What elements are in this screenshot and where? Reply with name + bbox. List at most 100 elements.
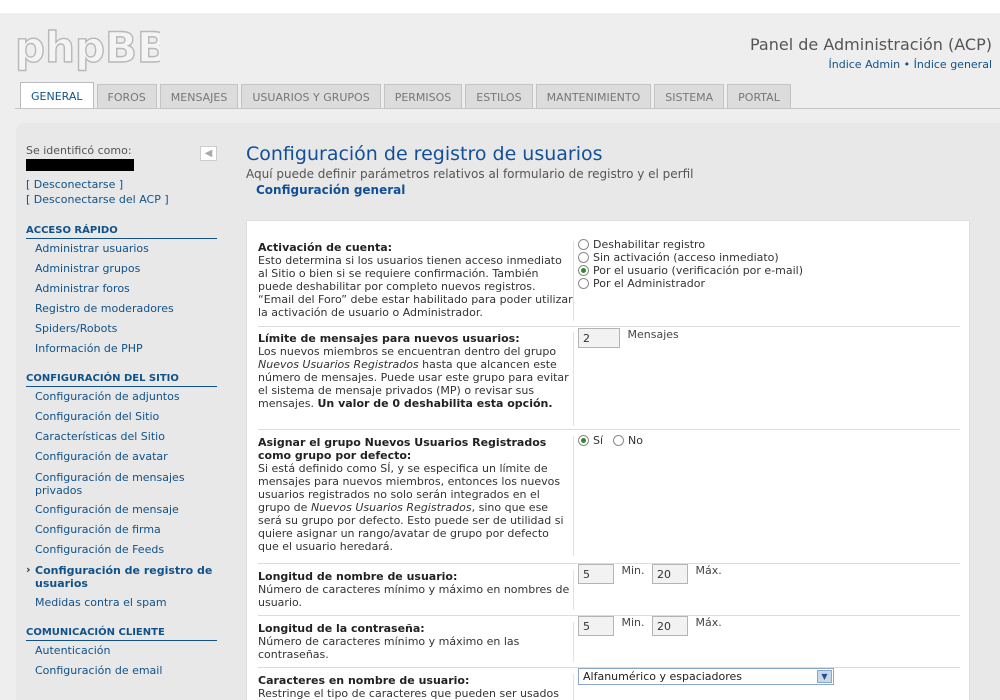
site-config-menu: CONFIGURACIÓN DEL SITIO Configuración de… (26, 373, 221, 613)
radio-circle (578, 435, 589, 446)
header-links: Índice Admin • Índice general (829, 58, 993, 71)
default-group-no-radio[interactable]: No (613, 434, 643, 447)
row-divider (258, 326, 960, 327)
username-min-input[interactable] (578, 564, 614, 584)
tab-sistema[interactable]: SISTEMA (654, 84, 725, 109)
username-length-title: Longitud de nombre de usuario: (258, 570, 458, 583)
settings-form: Activación de cuenta: Esto determina si … (246, 220, 970, 700)
radio-label: Sí (593, 434, 604, 447)
activation-admin-radio[interactable]: Por el Administrador (578, 277, 803, 290)
account-activation-label: Activación de cuenta: Esto determina si … (258, 241, 574, 321)
tab-foros[interactable]: FOROS (96, 84, 157, 109)
radio-label: No (628, 434, 644, 447)
activation-user-radio[interactable]: Por el usuario (verificación por e-mail) (578, 264, 803, 277)
password-max-label: Máx. (695, 616, 722, 629)
site-config-heading: CONFIGURACIÓN DEL SITIO (26, 373, 217, 387)
default-group-row: Asignar el grupo Nuevos Usuarios Registr… (258, 434, 960, 556)
tab-usuarios-grupos[interactable]: USUARIOS Y GRUPOS (241, 84, 381, 109)
sidebar-item-auth[interactable]: Autenticación (26, 641, 221, 661)
logout-acp-link[interactable]: [ Desconectarse del ACP ] (26, 192, 221, 207)
phpbb-logo: phpBB (15, 22, 160, 72)
password-length-row: Longitud de la contraseña: Número de car… (258, 616, 960, 662)
default-group-options: Sí No (578, 434, 643, 447)
redacted-username (26, 159, 134, 171)
radio-label: Sin activación (acceso inmediato) (593, 251, 779, 264)
post-limit-label: Límite de mensajes para nuevos usuarios:… (258, 332, 574, 426)
tab-mensajes[interactable]: MENSAJES (159, 84, 239, 109)
username-length-row: Longitud de nombre de usuario: Número de… (258, 564, 960, 610)
section-title: Configuración general (256, 183, 406, 197)
tab-mantenimiento[interactable]: MANTENIMIENTO (535, 84, 652, 109)
radio-label: Por el Administrador (593, 277, 705, 290)
acp-title: Panel de Administración (ACP) (750, 35, 992, 54)
username-length-controls: Min. Máx. (578, 564, 722, 584)
post-limit-desc-bold: Un valor de 0 deshabilita esta opción. (317, 397, 553, 410)
admin-index-link[interactable]: Índice Admin (829, 58, 901, 71)
sidebar-item-signature[interactable]: Configuración de firma (26, 520, 221, 540)
radio-circle (578, 252, 589, 263)
tab-estilos[interactable]: ESTILOS (465, 84, 533, 109)
post-limit-unit: Mensajes (627, 328, 679, 341)
radio-circle (578, 278, 589, 289)
activation-none-radio[interactable]: Sin activación (acceso inmediato) (578, 251, 803, 264)
quick-access-menu: ACCESO RÁPIDO Administrar usuarios Admin… (26, 225, 221, 359)
default-group-title: Asignar el grupo Nuevos Usuarios Registr… (258, 436, 547, 462)
account-activation-desc: Esto determina si los usuarios tienen ac… (258, 254, 573, 319)
radio-circle (578, 239, 589, 250)
logout-link[interactable]: [ Desconectarse ] (26, 177, 221, 192)
username-chars-control: Alfanumérico y espaciadores ▼ (578, 668, 834, 685)
username-chars-row: Caracteres en nombre de usuario: Restrin… (258, 668, 960, 700)
username-length-label: Longitud de nombre de usuario: Número de… (258, 570, 574, 610)
username-chars-label: Caracteres en nombre de usuario: Restrin… (258, 674, 574, 700)
sidebar-item-spiders[interactable]: Spiders/Robots (26, 319, 221, 339)
account-activation-row: Activación de cuenta: Esto determina si … (258, 238, 960, 321)
sidebar-item-post-config[interactable]: Configuración de mensaje (26, 500, 221, 520)
username-max-label: Máx. (695, 564, 722, 577)
default-group-label: Asignar el grupo Nuevos Usuarios Registr… (258, 436, 574, 556)
general-index-link[interactable]: Índice general (914, 58, 992, 71)
post-limit-input[interactable] (578, 328, 620, 348)
sidebar-item-private-messages[interactable]: Configuración de mensajes privados (26, 467, 221, 500)
client-comm-heading: COMUNICACIÓN CLIENTE (26, 627, 217, 641)
sidebar-item-manage-users[interactable]: Administrar usuarios (26, 239, 221, 259)
password-min-input[interactable] (578, 616, 614, 636)
sidebar-item-site-config[interactable]: Configuración del Sitio (26, 407, 221, 427)
sidebar-item-site-features[interactable]: Características del Sitio (26, 427, 221, 447)
post-limit-desc: Los nuevos miembros se encuentran dentro… (258, 345, 557, 358)
identified-as-label: Se identificó como: (26, 144, 132, 157)
post-limit-desc-italic: Nuevos Usuarios Registrados (258, 358, 419, 371)
acp-page: phpBB Panel de Administración (ACP) Índi… (0, 13, 1000, 700)
sidebar-item-spam[interactable]: Medidas contra el spam (26, 593, 221, 613)
sidebar-item-mod-log[interactable]: Registro de moderadores (26, 299, 221, 319)
username-chars-select[interactable]: Alfanumérico y espaciadores ▼ (578, 668, 834, 685)
password-max-input[interactable] (652, 616, 689, 636)
sidebar-item-php-info[interactable]: Información de PHP (26, 339, 221, 359)
tab-general[interactable]: GENERAL (20, 82, 94, 109)
sidebar-item-feeds[interactable]: Configuración de Feeds (26, 540, 221, 560)
radio-circle (578, 265, 589, 276)
chevron-down-icon[interactable]: ▼ (817, 670, 832, 683)
sidebar-item-registration[interactable]: Configuración de registro de usuarios (26, 560, 221, 593)
username-max-input[interactable] (652, 564, 689, 584)
sidebar-item-attachments[interactable]: Configuración de adjuntos (26, 387, 221, 407)
collapse-menu-button[interactable]: ◀ (200, 146, 217, 161)
password-length-desc: Número de caracteres mínimo y máximo en … (258, 635, 520, 661)
radio-label: Deshabilitar registro (593, 238, 706, 251)
username-chars-title: Caracteres en nombre de usuario: (258, 674, 470, 687)
username-chars-desc: Restringe el tipo de caracteres que pued… (258, 687, 559, 700)
row-divider (258, 429, 960, 430)
activation-disable-radio[interactable]: Deshabilitar registro (578, 238, 803, 251)
post-limit-title: Límite de mensajes para nuevos usuarios: (258, 332, 520, 345)
tab-permisos[interactable]: PERMISOS (383, 84, 463, 109)
tab-portal[interactable]: PORTAL (727, 84, 791, 109)
sidebar-item-avatar[interactable]: Configuración de avatar (26, 447, 221, 467)
default-group-yes-radio[interactable]: Sí (578, 434, 603, 447)
sidebar-item-manage-forums[interactable]: Administrar foros (26, 279, 221, 299)
collapse-arrow-icon: ◀ (204, 148, 213, 159)
post-limit-control: Mensajes (578, 328, 679, 348)
select-value: Alfanumérico y espaciadores (583, 670, 743, 683)
sidebar-item-manage-groups[interactable]: Administrar grupos (26, 259, 221, 279)
radio-label: Por el usuario (verificación por e-mail) (593, 264, 804, 277)
account-activation-options: Deshabilitar registro Sin activación (ac… (578, 238, 803, 290)
sidebar-item-email[interactable]: Configuración de email (26, 661, 221, 681)
